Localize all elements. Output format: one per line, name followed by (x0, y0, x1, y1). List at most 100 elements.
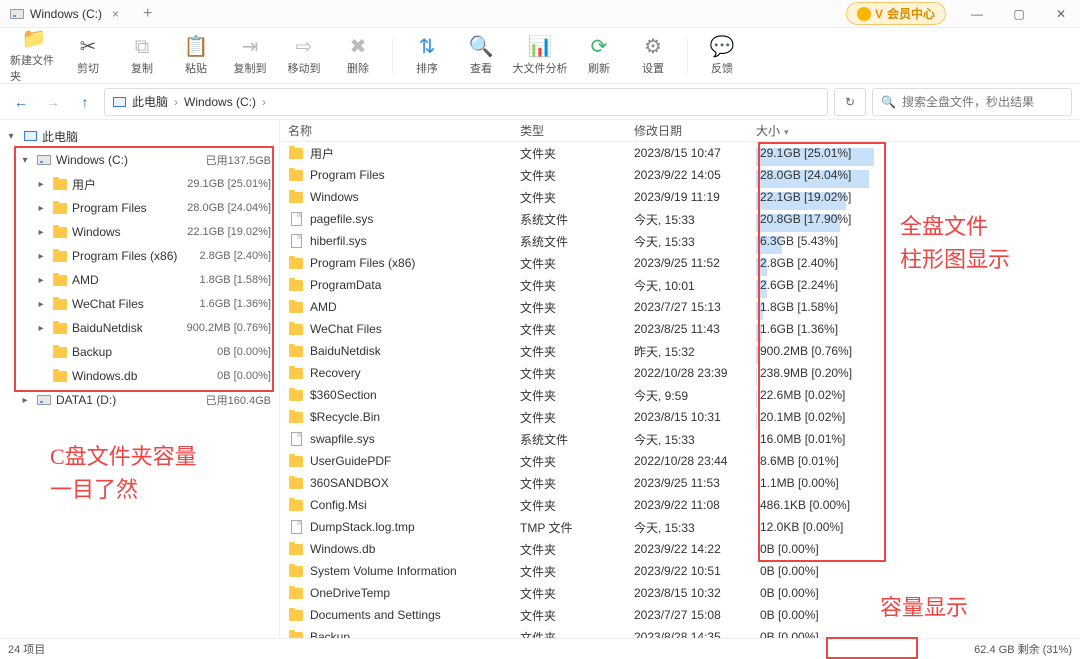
file-size: 22.6MB [0.02%] (756, 388, 878, 402)
copy-button[interactable]: ⧉复制 (118, 30, 166, 82)
feedback-button[interactable]: 💬反馈 (698, 30, 746, 82)
expand-icon[interactable]: ▸ (34, 299, 48, 310)
file-name: Program Files (310, 168, 385, 182)
table-row[interactable]: 360SANDBOX文件夹2023/9/25 11:531.1MB [0.00%… (280, 472, 1080, 494)
file-size: 1.1MB [0.00%] (756, 476, 878, 490)
expand-icon[interactable]: ▸ (34, 251, 48, 262)
file-size: 0B [0.00%] (756, 630, 878, 638)
tree-item[interactable]: ▸Program Files28.0GB [24.04%] (0, 196, 279, 220)
sidebar-tree[interactable]: ▾ 此电脑 ▾ Windows (C:) 已用137.5GB ▸用户29.1GB… (0, 120, 280, 638)
tab-add-button[interactable]: + (133, 5, 162, 23)
paste-button[interactable]: 📋粘贴 (172, 30, 220, 82)
file-type: 文件夹 (520, 277, 634, 294)
table-row[interactable]: Program Files文件夹2023/9/22 14:0528.0GB [2… (280, 164, 1080, 186)
tree-item[interactable]: Backup0B [0.00%] (0, 340, 279, 364)
expand-icon[interactable]: ▸ (34, 275, 48, 286)
status-item-count: 24 项目 (8, 641, 45, 657)
table-row[interactable]: AMD文件夹2023/7/27 15:131.8GB [1.58%] (280, 296, 1080, 318)
col-size-header[interactable]: 大小▾ (756, 122, 878, 139)
close-button[interactable]: ✕ (1042, 0, 1080, 28)
collapse-icon[interactable]: ▾ (18, 155, 32, 166)
tree-item[interactable]: ▸Program Files (x86)2.8GB [2.40%] (0, 244, 279, 268)
file-name: $360Section (310, 388, 377, 402)
col-name-header[interactable]: 名称 (280, 122, 520, 139)
settings-button[interactable]: ⚙设置 (629, 30, 677, 82)
file-size: 1.6GB [1.36%] (756, 322, 878, 336)
vip-badge[interactable]: V 会员中心 (846, 2, 946, 25)
table-row[interactable]: Backup文件夹2023/8/28 14:350B [0.00%] (280, 626, 1080, 638)
table-row[interactable]: Windows.db文件夹2023/9/22 14:220B [0.00%] (280, 538, 1080, 560)
tab-close-icon[interactable]: × (108, 7, 123, 21)
expand-icon[interactable]: ▸ (18, 395, 32, 406)
folder-icon (288, 145, 304, 161)
expand-icon[interactable]: ▸ (34, 323, 48, 334)
tree-drive-d[interactable]: ▸ DATA1 (D:) 已用160.4GB (0, 388, 279, 412)
file-name: Program Files (x86) (310, 256, 415, 270)
tree-item[interactable]: ▸BaiduNetdisk900.2MB [0.76%] (0, 316, 279, 340)
file-date: 今天, 15:33 (634, 233, 756, 250)
table-row[interactable]: Config.Msi文件夹2023/9/22 11:08486.1KB [0.0… (280, 494, 1080, 516)
file-date: 2022/10/28 23:44 (634, 454, 756, 468)
refresh-button[interactable]: ⟳刷新 (575, 30, 623, 82)
file-type: 文件夹 (520, 321, 634, 338)
tree-item[interactable]: ▸WeChat Files1.6GB [1.36%] (0, 292, 279, 316)
breadcrumb-seg-pc[interactable]: 此电脑 (132, 93, 168, 110)
search-input[interactable] (902, 95, 1063, 109)
tree-item[interactable]: ▸AMD1.8GB [1.58%] (0, 268, 279, 292)
tree-drive-c[interactable]: ▾ Windows (C:) 已用137.5GB (0, 148, 279, 172)
tree-item[interactable]: Windows.db0B [0.00%] (0, 364, 279, 388)
up-button[interactable]: ↑ (72, 89, 98, 115)
file-type: 文件夹 (520, 189, 634, 206)
main-area: ▾ 此电脑 ▾ Windows (C:) 已用137.5GB ▸用户29.1GB… (0, 120, 1080, 638)
view-button[interactable]: 🔍查看 (457, 30, 505, 82)
address-refresh-button[interactable]: ↻ (834, 88, 866, 116)
table-row[interactable]: DumpStack.log.tmpTMP 文件今天, 15:3312.0KB [… (280, 516, 1080, 538)
col-type-header[interactable]: 类型 (520, 122, 634, 139)
pc-icon (113, 97, 126, 107)
forward-button[interactable]: → (40, 89, 66, 115)
file-date: 2023/9/25 11:52 (634, 256, 756, 270)
tab-title: Windows (C:) (30, 7, 102, 21)
breadcrumb-seg-drive[interactable]: Windows (C:) (184, 95, 256, 109)
file-type: 文件夹 (520, 585, 634, 602)
table-row[interactable]: $360Section文件夹今天, 9:5922.6MB [0.02%] (280, 384, 1080, 406)
table-row[interactable]: System Volume Information文件夹2023/9/22 10… (280, 560, 1080, 582)
table-row[interactable]: ProgramData文件夹今天, 10:012.6GB [2.24%] (280, 274, 1080, 296)
table-row[interactable]: Windows文件夹2023/9/19 11:1922.1GB [19.02%] (280, 186, 1080, 208)
copy-to-button[interactable]: ⇥复制到 (226, 30, 274, 82)
table-row[interactable]: swapfile.sys系统文件今天, 15:3316.0MB [0.01%] (280, 428, 1080, 450)
sort-button[interactable]: ⇅排序 (403, 30, 451, 82)
table-row[interactable]: Recovery文件夹2022/10/28 23:39238.9MB [0.20… (280, 362, 1080, 384)
cut-button[interactable]: ✂剪切 (64, 30, 112, 82)
file-date: 2023/9/19 11:19 (634, 190, 756, 204)
tree-item[interactable]: ▸Windows22.1GB [19.02%] (0, 220, 279, 244)
file-type: 系统文件 (520, 431, 634, 448)
table-row[interactable]: UserGuidePDF文件夹2022/10/28 23:448.6MB [0.… (280, 450, 1080, 472)
folder-icon (288, 475, 304, 491)
table-row[interactable]: $Recycle.Bin文件夹2023/8/15 10:3120.1MB [0.… (280, 406, 1080, 428)
new-folder-button[interactable]: 📁新建文件夹 (10, 30, 58, 82)
tab-active[interactable]: Windows (C:) × (0, 0, 133, 27)
breadcrumb[interactable]: 此电脑 › Windows (C:) › (104, 88, 828, 116)
search-box[interactable]: 🔍 (872, 88, 1072, 116)
back-button[interactable]: ← (8, 89, 34, 115)
file-date: 今天, 15:33 (634, 519, 756, 536)
table-row[interactable]: WeChat Files文件夹2023/8/25 11:431.6GB [1.3… (280, 318, 1080, 340)
file-date: 2023/9/22 14:22 (634, 542, 756, 556)
expand-icon[interactable]: ▸ (34, 203, 48, 214)
col-date-header[interactable]: 修改日期 (634, 122, 756, 139)
folder-icon (288, 321, 304, 337)
expand-icon[interactable]: ▸ (34, 179, 48, 190)
tree-item[interactable]: ▸用户29.1GB [25.01%] (0, 172, 279, 196)
minimize-button[interactable]: — (958, 0, 996, 28)
analyze-button[interactable]: 📊大文件分析 (511, 30, 569, 82)
collapse-icon[interactable]: ▾ (4, 131, 18, 142)
move-to-button[interactable]: ⇨移动到 (280, 30, 328, 82)
tree-root-pc[interactable]: ▾ 此电脑 (0, 124, 279, 148)
table-row[interactable]: BaiduNetdisk文件夹昨天, 15:32900.2MB [0.76%] (280, 340, 1080, 362)
delete-button[interactable]: ✖删除 (334, 30, 382, 82)
maximize-button[interactable]: ▢ (1000, 0, 1038, 28)
table-row[interactable]: 用户文件夹2023/8/15 10:4729.1GB [25.01%] (280, 142, 1080, 164)
expand-icon[interactable]: ▸ (34, 227, 48, 238)
file-type: 文件夹 (520, 167, 634, 184)
